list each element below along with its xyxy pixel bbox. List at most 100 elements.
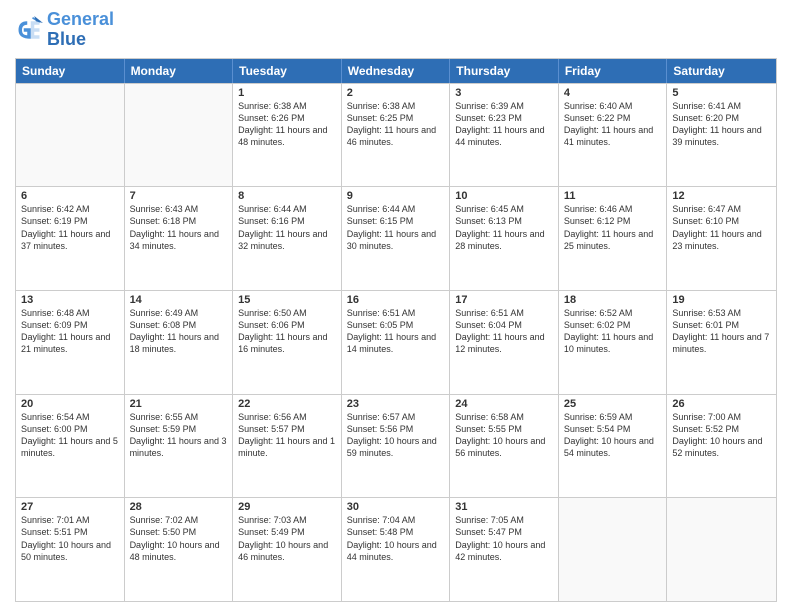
cell-info: Sunrise: 6:40 AMSunset: 6:22 PMDaylight:… xyxy=(564,100,662,149)
calendar-cell-12: 12Sunrise: 6:47 AMSunset: 6:10 PMDayligh… xyxy=(667,187,776,290)
cell-info: Sunrise: 6:46 AMSunset: 6:12 PMDaylight:… xyxy=(564,203,662,252)
weekday-header-sunday: Sunday xyxy=(16,59,125,83)
day-number: 2 xyxy=(347,87,445,99)
calendar-cell-7: 7Sunrise: 6:43 AMSunset: 6:18 PMDaylight… xyxy=(125,187,234,290)
cell-info: Sunrise: 6:52 AMSunset: 6:02 PMDaylight:… xyxy=(564,307,662,356)
calendar-row-5: 27Sunrise: 7:01 AMSunset: 5:51 PMDayligh… xyxy=(16,497,776,601)
day-number: 21 xyxy=(130,398,228,410)
cell-info: Sunrise: 6:50 AMSunset: 6:06 PMDaylight:… xyxy=(238,307,336,356)
day-number: 25 xyxy=(564,398,662,410)
cell-info: Sunrise: 6:59 AMSunset: 5:54 PMDaylight:… xyxy=(564,411,662,460)
calendar-cell-5: 5Sunrise: 6:41 AMSunset: 6:20 PMDaylight… xyxy=(667,84,776,187)
logo-icon xyxy=(15,16,43,44)
day-number: 3 xyxy=(455,87,553,99)
calendar-cell-empty xyxy=(125,84,234,187)
cell-info: Sunrise: 6:44 AMSunset: 6:15 PMDaylight:… xyxy=(347,203,445,252)
day-number: 10 xyxy=(455,190,553,202)
cell-info: Sunrise: 7:00 AMSunset: 5:52 PMDaylight:… xyxy=(672,411,771,460)
calendar-header: SundayMondayTuesdayWednesdayThursdayFrid… xyxy=(16,59,776,83)
calendar-cell-13: 13Sunrise: 6:48 AMSunset: 6:09 PMDayligh… xyxy=(16,291,125,394)
cell-info: Sunrise: 7:05 AMSunset: 5:47 PMDaylight:… xyxy=(455,514,553,563)
cell-info: Sunrise: 6:49 AMSunset: 6:08 PMDaylight:… xyxy=(130,307,228,356)
calendar-body: 1Sunrise: 6:38 AMSunset: 6:26 PMDaylight… xyxy=(16,83,776,601)
day-number: 4 xyxy=(564,87,662,99)
cell-info: Sunrise: 6:45 AMSunset: 6:13 PMDaylight:… xyxy=(455,203,553,252)
day-number: 7 xyxy=(130,190,228,202)
calendar-cell-empty xyxy=(667,498,776,601)
cell-info: Sunrise: 6:56 AMSunset: 5:57 PMDaylight:… xyxy=(238,411,336,460)
weekday-header-tuesday: Tuesday xyxy=(233,59,342,83)
calendar-cell-10: 10Sunrise: 6:45 AMSunset: 6:13 PMDayligh… xyxy=(450,187,559,290)
calendar-cell-22: 22Sunrise: 6:56 AMSunset: 5:57 PMDayligh… xyxy=(233,395,342,498)
calendar-cell-1: 1Sunrise: 6:38 AMSunset: 6:26 PMDaylight… xyxy=(233,84,342,187)
calendar-cell-25: 25Sunrise: 6:59 AMSunset: 5:54 PMDayligh… xyxy=(559,395,668,498)
cell-info: Sunrise: 6:38 AMSunset: 6:26 PMDaylight:… xyxy=(238,100,336,149)
day-number: 20 xyxy=(21,398,119,410)
day-number: 24 xyxy=(455,398,553,410)
cell-info: Sunrise: 7:03 AMSunset: 5:49 PMDaylight:… xyxy=(238,514,336,563)
cell-info: Sunrise: 6:58 AMSunset: 5:55 PMDaylight:… xyxy=(455,411,553,460)
header: General Blue xyxy=(15,10,777,50)
calendar-cell-3: 3Sunrise: 6:39 AMSunset: 6:23 PMDaylight… xyxy=(450,84,559,187)
cell-info: Sunrise: 6:38 AMSunset: 6:25 PMDaylight:… xyxy=(347,100,445,149)
calendar-cell-27: 27Sunrise: 7:01 AMSunset: 5:51 PMDayligh… xyxy=(16,498,125,601)
calendar-cell-21: 21Sunrise: 6:55 AMSunset: 5:59 PMDayligh… xyxy=(125,395,234,498)
calendar-cell-14: 14Sunrise: 6:49 AMSunset: 6:08 PMDayligh… xyxy=(125,291,234,394)
cell-info: Sunrise: 6:43 AMSunset: 6:18 PMDaylight:… xyxy=(130,203,228,252)
calendar-cell-4: 4Sunrise: 6:40 AMSunset: 6:22 PMDaylight… xyxy=(559,84,668,187)
day-number: 8 xyxy=(238,190,336,202)
cell-info: Sunrise: 6:42 AMSunset: 6:19 PMDaylight:… xyxy=(21,203,119,252)
calendar-row-4: 20Sunrise: 6:54 AMSunset: 6:00 PMDayligh… xyxy=(16,394,776,498)
cell-info: Sunrise: 6:44 AMSunset: 6:16 PMDaylight:… xyxy=(238,203,336,252)
calendar-cell-8: 8Sunrise: 6:44 AMSunset: 6:16 PMDaylight… xyxy=(233,187,342,290)
cell-info: Sunrise: 6:39 AMSunset: 6:23 PMDaylight:… xyxy=(455,100,553,149)
day-number: 23 xyxy=(347,398,445,410)
calendar-cell-15: 15Sunrise: 6:50 AMSunset: 6:06 PMDayligh… xyxy=(233,291,342,394)
cell-info: Sunrise: 6:41 AMSunset: 6:20 PMDaylight:… xyxy=(672,100,771,149)
cell-info: Sunrise: 6:51 AMSunset: 6:04 PMDaylight:… xyxy=(455,307,553,356)
weekday-header-thursday: Thursday xyxy=(450,59,559,83)
calendar-cell-2: 2Sunrise: 6:38 AMSunset: 6:25 PMDaylight… xyxy=(342,84,451,187)
cell-info: Sunrise: 6:54 AMSunset: 6:00 PMDaylight:… xyxy=(21,411,119,460)
day-number: 30 xyxy=(347,501,445,513)
day-number: 31 xyxy=(455,501,553,513)
day-number: 29 xyxy=(238,501,336,513)
calendar-cell-11: 11Sunrise: 6:46 AMSunset: 6:12 PMDayligh… xyxy=(559,187,668,290)
calendar-cell-16: 16Sunrise: 6:51 AMSunset: 6:05 PMDayligh… xyxy=(342,291,451,394)
calendar-row-3: 13Sunrise: 6:48 AMSunset: 6:09 PMDayligh… xyxy=(16,290,776,394)
calendar-cell-20: 20Sunrise: 6:54 AMSunset: 6:00 PMDayligh… xyxy=(16,395,125,498)
calendar: SundayMondayTuesdayWednesdayThursdayFrid… xyxy=(15,58,777,602)
cell-info: Sunrise: 7:04 AMSunset: 5:48 PMDaylight:… xyxy=(347,514,445,563)
calendar-cell-18: 18Sunrise: 6:52 AMSunset: 6:02 PMDayligh… xyxy=(559,291,668,394)
cell-info: Sunrise: 6:47 AMSunset: 6:10 PMDaylight:… xyxy=(672,203,771,252)
day-number: 12 xyxy=(672,190,771,202)
cell-info: Sunrise: 6:51 AMSunset: 6:05 PMDaylight:… xyxy=(347,307,445,356)
calendar-cell-28: 28Sunrise: 7:02 AMSunset: 5:50 PMDayligh… xyxy=(125,498,234,601)
calendar-cell-empty xyxy=(559,498,668,601)
calendar-cell-empty xyxy=(16,84,125,187)
calendar-cell-9: 9Sunrise: 6:44 AMSunset: 6:15 PMDaylight… xyxy=(342,187,451,290)
calendar-cell-19: 19Sunrise: 6:53 AMSunset: 6:01 PMDayligh… xyxy=(667,291,776,394)
cell-info: Sunrise: 6:55 AMSunset: 5:59 PMDaylight:… xyxy=(130,411,228,460)
logo: General Blue xyxy=(15,10,114,50)
weekday-header-saturday: Saturday xyxy=(667,59,776,83)
page: General Blue SundayMondayTuesdayWednesda… xyxy=(0,0,792,612)
calendar-cell-23: 23Sunrise: 6:57 AMSunset: 5:56 PMDayligh… xyxy=(342,395,451,498)
weekday-header-friday: Friday xyxy=(559,59,668,83)
day-number: 5 xyxy=(672,87,771,99)
calendar-cell-30: 30Sunrise: 7:04 AMSunset: 5:48 PMDayligh… xyxy=(342,498,451,601)
day-number: 22 xyxy=(238,398,336,410)
calendar-cell-6: 6Sunrise: 6:42 AMSunset: 6:19 PMDaylight… xyxy=(16,187,125,290)
day-number: 18 xyxy=(564,294,662,306)
day-number: 11 xyxy=(564,190,662,202)
day-number: 27 xyxy=(21,501,119,513)
calendar-row-1: 1Sunrise: 6:38 AMSunset: 6:26 PMDaylight… xyxy=(16,83,776,187)
day-number: 14 xyxy=(130,294,228,306)
day-number: 26 xyxy=(672,398,771,410)
calendar-cell-26: 26Sunrise: 7:00 AMSunset: 5:52 PMDayligh… xyxy=(667,395,776,498)
day-number: 17 xyxy=(455,294,553,306)
cell-info: Sunrise: 6:53 AMSunset: 6:01 PMDaylight:… xyxy=(672,307,771,356)
day-number: 6 xyxy=(21,190,119,202)
cell-info: Sunrise: 6:48 AMSunset: 6:09 PMDaylight:… xyxy=(21,307,119,356)
day-number: 19 xyxy=(672,294,771,306)
